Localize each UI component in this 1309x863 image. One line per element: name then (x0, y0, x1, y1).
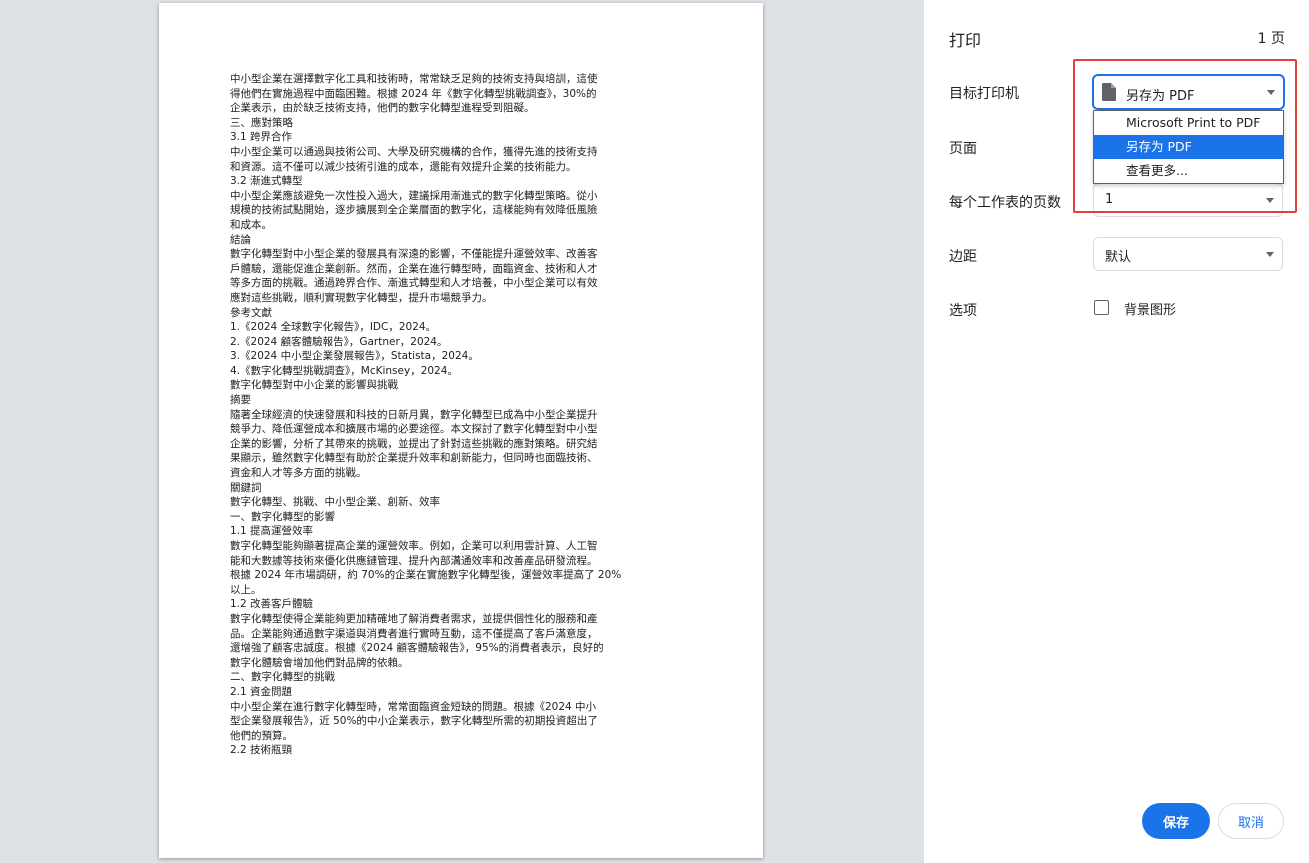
print-preview-area: 中小型企業在選擇數字化工具和技術時，常常缺乏足夠的技術支持與培訓，這使 得他們在實… (0, 0, 924, 863)
page-count: 1 页 (1257, 31, 1285, 47)
document-line: 3.2 漸進式轉型 (230, 175, 303, 188)
page-text: 中小型企業在選擇數字化工具和技術時，常常缺乏足夠的技術支持與培訓，這使 得他們在實… (230, 72, 650, 758)
document-line: 等多方面的挑戰。通過跨界合作、漸進式轉型和人才培養，中小型企業可以有效 (230, 277, 598, 290)
margins-label: 边距 (949, 249, 977, 265)
document-line: 得他們在實施過程中面臨困難。根據 2024 年《數字化轉型挑戰調查》，30%的 (230, 87, 597, 100)
document-line: 以上。 (230, 583, 262, 596)
options-label: 选项 (949, 303, 977, 319)
document-line: 3.1 跨界合作 (230, 131, 293, 144)
document-line: 摘要 (230, 394, 251, 407)
margins-value: 默认 (1105, 250, 1132, 265)
document-line: 二、數字化轉型的挑戰 (230, 671, 335, 684)
document-line: 數字化轉型使得企業能夠更加精確地了解消費者需求，並提供個性化的服務和產 (230, 612, 598, 625)
document-line: 數字化轉型對中小企業的影響與挑戰 (230, 379, 398, 392)
document-line: 數字化體驗會增加他們對品牌的依賴。 (230, 656, 409, 669)
document-line: 品。企業能夠通過數字渠道與消費者進行實時互動，這不僅提高了客戶滿意度， (230, 627, 598, 640)
cancel-button[interactable]: 取消 (1218, 803, 1284, 839)
document-line: 3.《2024 中小型企業發展報告》，Statista，2024。 (230, 350, 479, 363)
save-button[interactable]: 保存 (1142, 803, 1210, 839)
document-line: 數字化轉型、挑戰、中小型企業、創新、效率 (230, 496, 440, 509)
document-line: 中小型企業應該避免一次性投入過大，建議採用漸進式的數字化轉型策略。從小 (230, 189, 598, 202)
background-graphics-checkbox[interactable] (1094, 300, 1109, 315)
margins-select[interactable]: 默认 (1093, 237, 1283, 271)
document-line: 1.2 改善客戶體驗 (230, 598, 314, 611)
document-line: 一、數字化轉型的影響 (230, 510, 335, 523)
destination-label: 目标打印机 (949, 86, 1019, 102)
pages-label: 页面 (949, 141, 977, 157)
document-line: 他們的預算。 (230, 729, 293, 742)
document-line: 2.《2024 顧客體驗報告》，Gartner，2024。 (230, 335, 448, 348)
document-line: 還增強了顧客忠誠度。根據《2024 顧客體驗報告》，95%的消費者表示，良好的 (230, 642, 604, 655)
highlight-box (1073, 59, 1297, 213)
document-line: 和資源。這不僅可以減少技術引進的成本，還能有效提升企業的技術能力。 (230, 160, 577, 173)
document-line: 隨著全球經濟的快速發展和科技的日新月異，數字化轉型已成為中小型企業提升 (230, 408, 598, 421)
document-line: 數字化轉型能夠顯著提高企業的運營效率。例如，企業可以利用雲計算、人工智 (230, 540, 598, 552)
print-settings-panel: 打印 1 页 目标打印机 另存为 PDF 页面 每个工作表的页数 1 Micro… (924, 0, 1309, 863)
document-line: 企業表示，由於缺乏技術支持，他們的數字化轉型進程受到阻礙。 (230, 102, 535, 115)
document-line: 結論 (230, 233, 251, 246)
document-line: 1.1 提高運營效率 (230, 525, 314, 538)
print-title: 打印 (949, 31, 982, 50)
document-line: 中小型企業在進行數字化轉型時，常常面臨資金短缺的問題。根據《2024 中小 (230, 700, 597, 713)
document-line: 2.2 技術瓶頸 (230, 744, 293, 757)
document-line: 和成本。 (230, 218, 272, 231)
document-line: 根據 2024 年市場調研，約 70%的企業在實施數字化轉型後，運營效率提高了 … (230, 569, 622, 582)
document-line: 應對這些挑戰，順利實現數字化轉型，提升市場競爭力。 (230, 291, 493, 304)
document-line: 競爭力、降低運營成本和擴展市場的必要途徑。本文探討了數字化轉型對中小型 (230, 423, 598, 436)
document-line: 關鍵詞 (230, 481, 262, 494)
document-line: 能和大數據等技術來優化供應鏈管理、提升內部溝通效率和改善產品研發流程。 (230, 554, 598, 567)
document-line: 中小型企業在選擇數字化工具和技術時，常常缺乏足夠的技術支持與培訓，這使 (230, 73, 598, 85)
document-line: 2.1 資金問題 (230, 685, 293, 698)
document-line: 規模的技術試點開始，逐步擴展到全企業層面的數字化，這樣能夠有效降低風險 (230, 204, 598, 217)
chevron-down-icon (1266, 252, 1274, 257)
document-line: 參考文獻 (230, 306, 272, 319)
document-line: 4.《數字化轉型挑戰調查》，McKinsey，2024。 (230, 364, 458, 377)
document-line: 果顯示，雖然數字化轉型有助於企業提升效率和創新能力，但同時也面臨技術、 (230, 452, 598, 465)
document-line: 型企業發展報告》，近 50%的中小企業表示，數字化轉型所需的初期投資超出了 (230, 715, 598, 728)
document-line: 企業的影響，分析了其帶來的挑戰，並提出了針對這些挑戰的應對策略。研究結 (230, 437, 598, 450)
document-line: 1.《2024 全球數字化報告》，IDC，2024。 (230, 321, 437, 334)
preview-page: 中小型企業在選擇數字化工具和技術時，常常缺乏足夠的技術支持與培訓，這使 得他們在實… (159, 3, 763, 858)
document-line: 中小型企業可以通過與技術公司、大學及研究機構的合作，獲得先進的技術支持 (230, 145, 598, 158)
document-line: 數字化轉型對中小型企業的發展具有深遠的影響，不僅能提升運營效率、改善客 (230, 248, 598, 261)
document-line: 資金和人才等多方面的挑戰。 (230, 467, 367, 480)
pages-per-sheet-label: 每个工作表的页数 (949, 195, 1061, 211)
document-line: 三、應對策略 (230, 116, 293, 129)
document-line: 戶體驗，還能促進企業創新。然而，企業在進行轉型時，面臨資金、技術和人才 (230, 262, 598, 275)
background-graphics-label[interactable]: 背景图形 (1124, 299, 1176, 318)
